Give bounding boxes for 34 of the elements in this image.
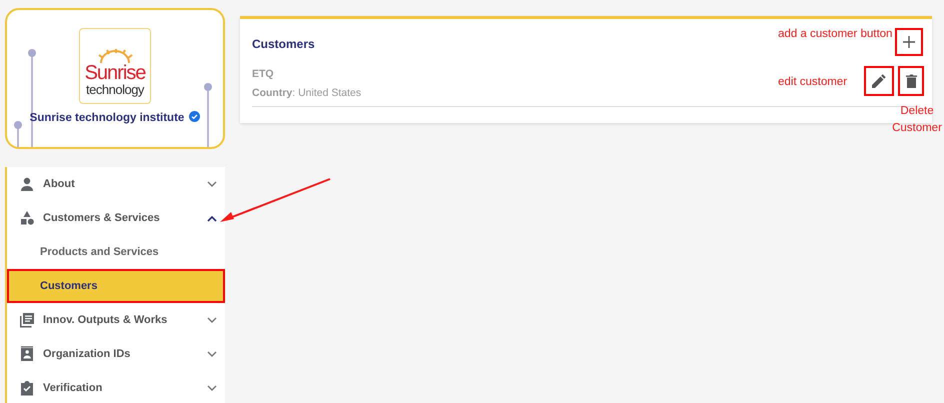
clipboard-check-icon <box>19 380 35 396</box>
pin-decoration <box>203 83 213 147</box>
trash-icon <box>906 74 916 88</box>
chevron-down-icon <box>207 384 217 392</box>
chevron-up-icon <box>207 214 217 222</box>
submenu-item[interactable]: Customers <box>7 269 225 303</box>
shapes-icon <box>19 210 35 226</box>
add-button[interactable] <box>895 28 923 56</box>
pencil-icon <box>872 74 886 88</box>
menu-item[interactable]: About <box>7 167 225 201</box>
customer-name: ETQ <box>252 67 274 82</box>
customer-country: Country: United States <box>252 86 362 101</box>
id-card-icon <box>19 346 35 362</box>
logo-text: technology <box>86 82 144 97</box>
panel-title: Customers <box>252 36 315 53</box>
chevron-down-icon <box>207 316 217 324</box>
edit-button[interactable] <box>864 66 894 96</box>
menu-item[interactable]: Organization IDs <box>7 337 225 371</box>
menu-item[interactable]: Verification <box>7 371 225 403</box>
profile-name: Sunrise technology institute <box>30 112 184 124</box>
plus-icon <box>903 36 915 48</box>
menu-item[interactable]: Customers & Services <box>7 201 225 235</box>
annotation-label: add a customer button <box>778 27 892 42</box>
documents-icon <box>19 312 35 328</box>
person-icon <box>19 176 35 192</box>
chevron-down-icon <box>207 350 217 358</box>
menu-item[interactable]: Innov. Outputs & Works <box>7 303 225 337</box>
annotation-label: Delete Customer <box>891 104 943 136</box>
annotation-label: edit customer <box>778 75 848 90</box>
submenu-item[interactable]: Products and Services <box>7 235 225 269</box>
delete-button[interactable] <box>898 66 924 96</box>
pin-decoration <box>13 121 23 147</box>
logo-text: Sunrise <box>84 62 146 83</box>
chevron-down-icon <box>207 180 217 188</box>
